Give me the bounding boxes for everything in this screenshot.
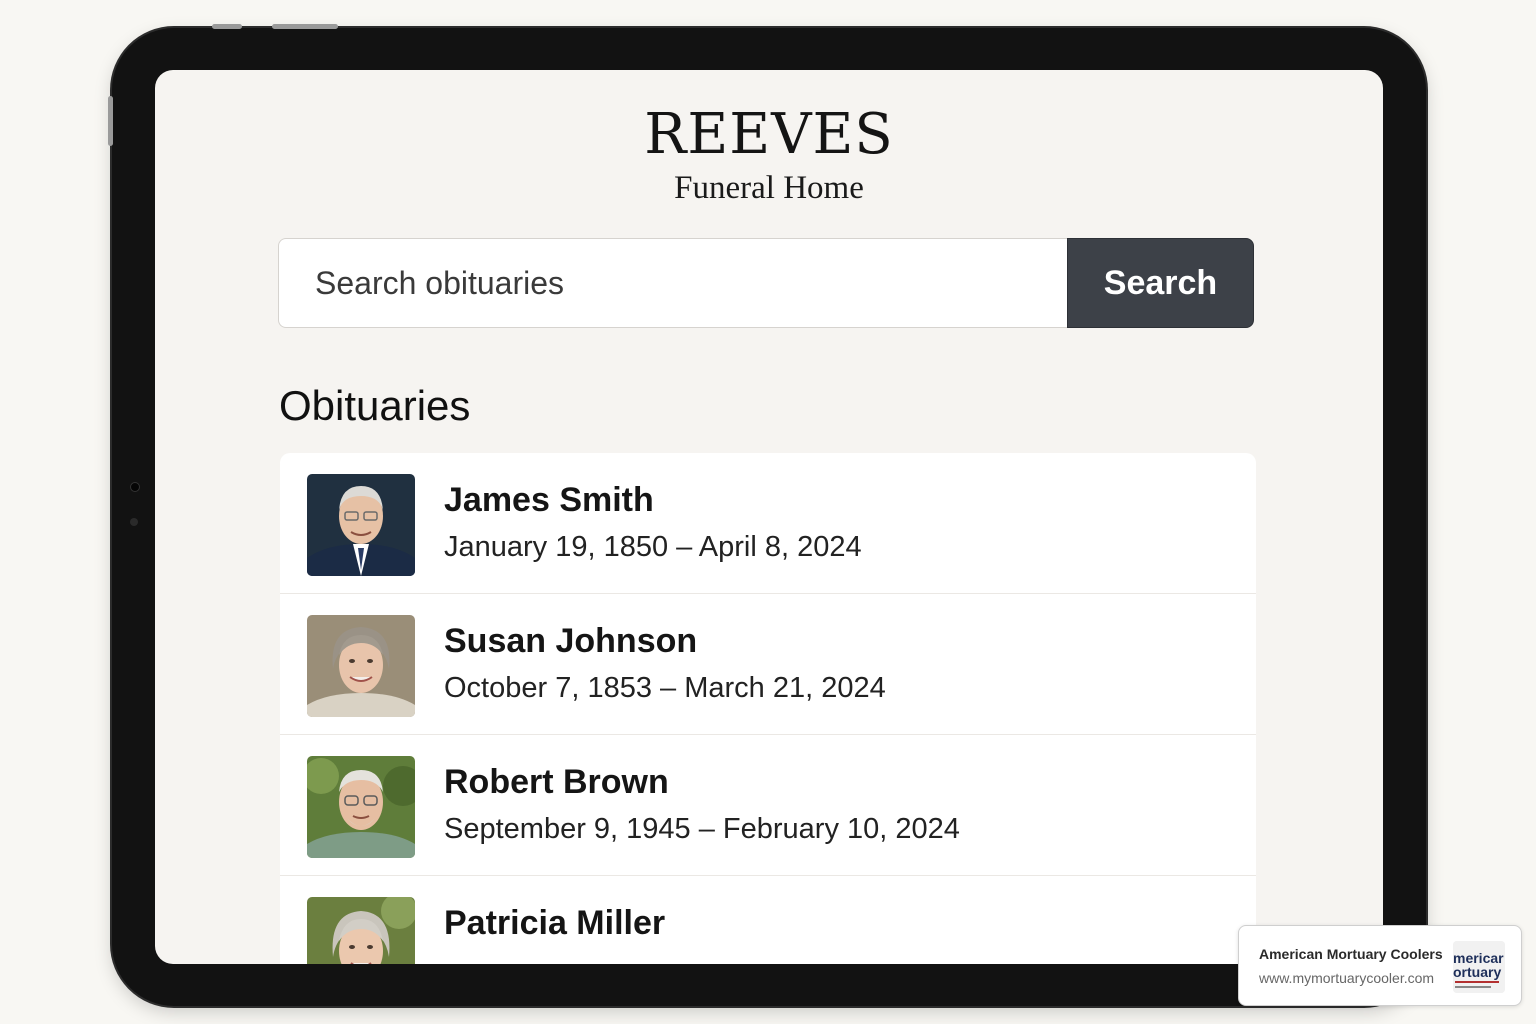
obituary-photo xyxy=(307,897,415,964)
tablet-volume-button xyxy=(212,24,242,29)
obituary-dates: January 19, 1850 – April 8, 2024 xyxy=(444,531,862,563)
tablet-side-button xyxy=(108,96,113,146)
brand-name: REEVES xyxy=(644,102,894,167)
tablet-power-button xyxy=(272,24,338,29)
search-bar: Search obituaries Search xyxy=(278,238,1254,328)
watermark-badge: American Mortuary Coolers www.mymortuary… xyxy=(1238,925,1522,1006)
section-title: Obituaries xyxy=(279,382,471,429)
obituary-name[interactable]: Susan Johnson xyxy=(444,620,697,662)
camera-icon xyxy=(130,482,140,492)
sensor-icon xyxy=(130,518,138,526)
obituary-photo xyxy=(307,474,415,576)
obituary-photo xyxy=(307,615,415,717)
obituary-name[interactable]: James Smith xyxy=(444,479,654,521)
watermark-logo: mericar ortuary xyxy=(1453,941,1505,993)
tablet-screen: REEVES Funeral Home Search obituaries Se… xyxy=(155,70,1383,964)
svg-text:ortuary: ortuary xyxy=(1453,964,1501,980)
obituary-dates: September 9, 1945 – February 10, 2024 xyxy=(444,813,960,845)
search-input[interactable]: Search obituaries xyxy=(278,238,1067,328)
obituary-item[interactable]: Patricia Miller xyxy=(280,876,1256,964)
search-button[interactable]: Search xyxy=(1067,238,1254,328)
obituary-item[interactable]: Susan Johnson October 7, 1853 – March 21… xyxy=(280,594,1256,735)
watermark-url: www.mymortuarycooler.com xyxy=(1259,970,1435,986)
brand-subtitle: Funeral Home xyxy=(674,170,864,206)
obituary-item[interactable]: Robert Brown September 9, 1945 – Februar… xyxy=(280,735,1256,876)
brand-header: REEVES Funeral Home xyxy=(155,104,1383,208)
obituary-photo xyxy=(307,756,415,858)
obituary-name[interactable]: Patricia Miller xyxy=(444,902,665,944)
obituary-name[interactable]: Robert Brown xyxy=(444,761,669,803)
obituary-dates: October 7, 1853 – March 21, 2024 xyxy=(444,672,886,704)
watermark-name: American Mortuary Coolers xyxy=(1259,946,1443,962)
obituary-item[interactable]: James Smith January 19, 1850 – April 8, … xyxy=(280,453,1256,594)
obituary-list: James Smith January 19, 1850 – April 8, … xyxy=(280,453,1256,964)
